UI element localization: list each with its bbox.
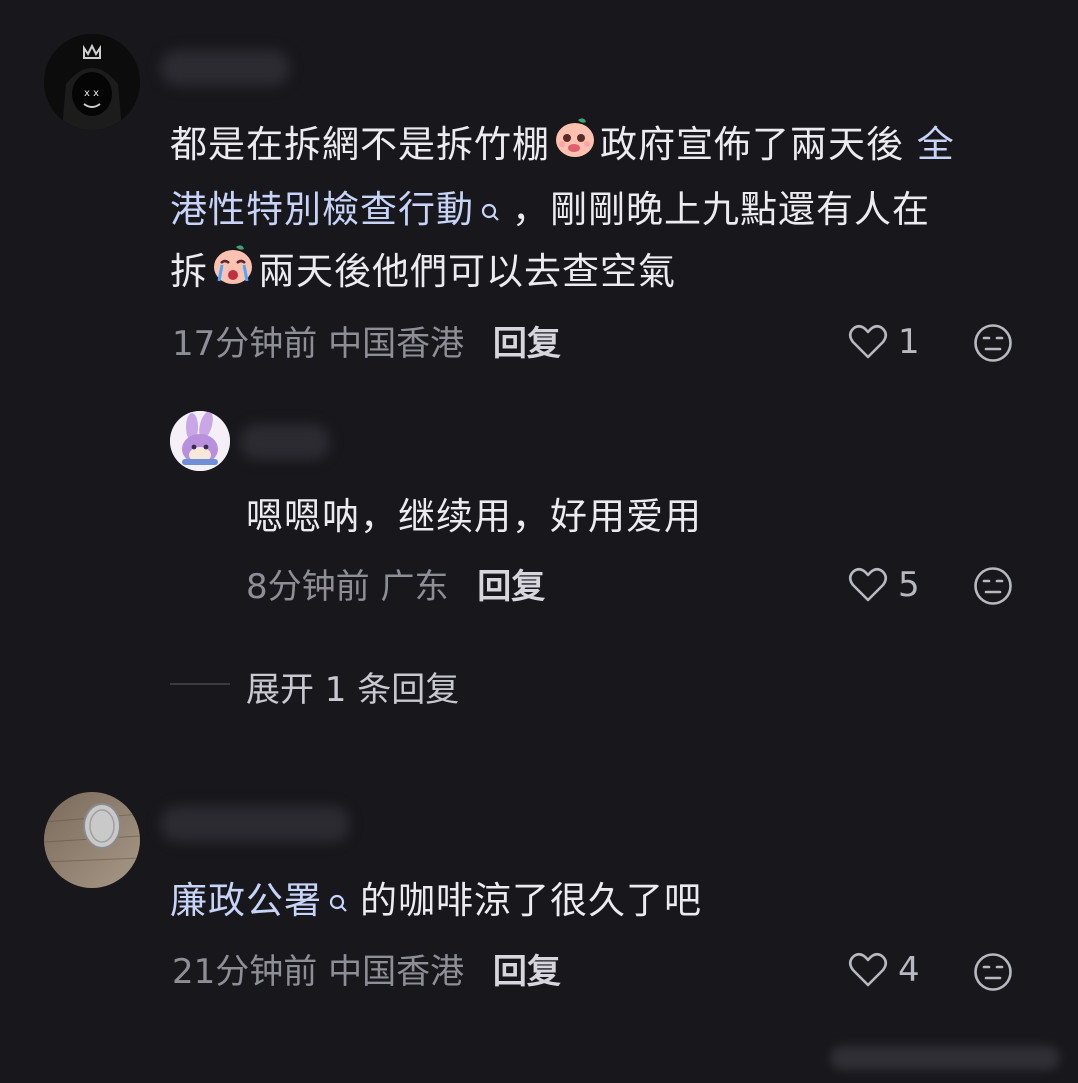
heart-outline-icon	[848, 324, 888, 359]
avatar-user-3[interactable]	[44, 792, 140, 888]
comment-text-segment: 都是在拆網不是拆竹棚	[170, 123, 550, 166]
reply-button[interactable]: 回复	[493, 952, 561, 992]
comment-text-segment: 拆	[170, 250, 208, 293]
blushing-peach-emoji-icon	[552, 114, 598, 179]
reply-button[interactable]: 回复	[493, 324, 561, 364]
comment-text: 廉政公署 的咖啡涼了很久了吧	[170, 870, 702, 932]
comment-time: 21分钟前	[172, 952, 318, 992]
like-count: 1	[898, 322, 920, 362]
expand-replies-divider	[170, 683, 230, 685]
topic-link[interactable]: 全	[917, 123, 955, 166]
topic-link[interactable]: 港性特別檢查行動	[170, 188, 474, 231]
bunny-character-avatar-image	[170, 411, 230, 471]
reply-button[interactable]: 回复	[477, 567, 545, 607]
comment-text-segment: 政府宣佈了兩天後	[600, 123, 904, 166]
username-blurred[interactable]	[160, 50, 290, 86]
neutral-face-icon[interactable]	[973, 566, 1013, 610]
reply-time: 8分钟前	[246, 567, 370, 607]
username-blurred[interactable]	[240, 424, 330, 460]
neutral-face-icon[interactable]	[973, 323, 1013, 367]
comment-text-segment: ，剛剛晚上九點還有人在	[512, 188, 930, 231]
reply-text: 嗯嗯呐，继续用，好用爱用	[246, 495, 702, 538]
watermark-blurred	[830, 1046, 1060, 1070]
comment-meta: 21分钟前 中国香港 回复	[172, 950, 561, 994]
search-icon[interactable]	[328, 876, 354, 912]
reply-location: 广东	[380, 567, 449, 607]
svg-text:x x: x x	[84, 88, 99, 99]
comment-text: 都是在拆網不是拆竹棚 政府宣佈了兩天後 全 港性特別檢查行動 ，剛剛晚上九點還有人在…	[170, 114, 1050, 306]
reply-meta: 8分钟前 广东 回复	[246, 565, 545, 609]
comment-meta: 17分钟前 中国香港 回复	[172, 322, 561, 366]
neutral-face-icon[interactable]	[973, 952, 1013, 996]
avatar-user-2[interactable]	[170, 411, 230, 471]
crying-peach-emoji-icon	[210, 241, 256, 306]
like-count: 4	[898, 950, 920, 990]
heart-outline-icon	[848, 567, 888, 602]
comment-text-segment: 兩天後他們可以去查空氣	[258, 250, 676, 293]
hooded-figure-avatar-image: x x	[44, 34, 140, 130]
like-button[interactable]: 5	[848, 565, 920, 605]
like-count: 5	[898, 565, 920, 605]
comment-location: 中国香港	[328, 952, 465, 992]
comment-location: 中国香港	[328, 324, 465, 364]
topic-link[interactable]: 廉政公署	[170, 879, 322, 922]
expand-replies-button[interactable]: 展开 1 条回复	[246, 662, 459, 711]
search-icon[interactable]	[480, 185, 506, 221]
like-button[interactable]: 4	[848, 950, 920, 990]
avatar-user-1[interactable]: x x	[44, 34, 140, 130]
like-button[interactable]: 1	[848, 322, 920, 362]
username-blurred[interactable]	[160, 806, 350, 842]
comment-text-segment: 的咖啡涼了很久了吧	[360, 879, 702, 922]
heart-outline-icon	[848, 952, 888, 987]
comment-time: 17分钟前	[172, 324, 318, 364]
coin-on-wood-avatar-image	[44, 792, 140, 888]
